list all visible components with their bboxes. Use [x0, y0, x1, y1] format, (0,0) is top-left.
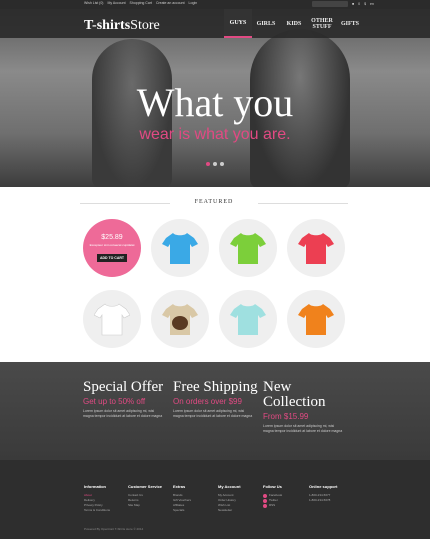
header: T-shirtsStore GUYS GIRLS KIDS OTHER STUF…: [0, 9, 430, 38]
slider-dots: [206, 162, 224, 166]
product-grid: $25.89 Excepteur sint occaecat cupidatat…: [83, 219, 347, 348]
rss-link[interactable]: RSS: [263, 503, 307, 508]
footer-heading: Extras: [173, 484, 186, 489]
footer-link[interactable]: Specials: [173, 508, 217, 513]
promo-text: Excepteur sint occaecat cupidatat: [89, 243, 135, 247]
footer-link[interactable]: Site Map: [128, 503, 172, 508]
tshirt-icon: [162, 304, 198, 335]
footer-link[interactable]: Terms & Conditions: [84, 508, 128, 513]
footer-heading: Follow Us: [263, 484, 282, 489]
banner-highlight: Get up to 50% off: [83, 397, 146, 406]
top-bar: Wish List (0) My Account Shopping Cart C…: [0, 0, 430, 9]
logo-bold: T-shirts: [84, 18, 131, 33]
search-input[interactable]: [312, 1, 348, 7]
banner-title: Free Shipping: [173, 379, 258, 395]
footer-heading: Information: [84, 484, 106, 489]
footer-extras: Extras Brands Gift Vouchers Affiliates S…: [173, 484, 217, 513]
divider: [258, 203, 348, 204]
tshirt-icon: [298, 233, 334, 264]
footer-online-support: Online support 1-800-234-5677 1-800-234-…: [309, 484, 353, 503]
footer-heading: Online support: [309, 484, 338, 489]
hero-title: What you: [136, 80, 294, 125]
cart-count: 0: [358, 2, 361, 6]
logo-light: Store: [130, 18, 160, 33]
add-to-cart-button[interactable]: ADD TO CART: [97, 254, 127, 262]
copyright: Powered By OpenCart T-Shirts store © 201…: [84, 527, 144, 531]
product-item[interactable]: [83, 290, 141, 348]
slider-dot[interactable]: [213, 162, 217, 166]
top-links: Wish List (0) My Account Shopping Cart C…: [84, 1, 197, 5]
promo-banner: Special Offer Get up to 50% off Lorem ip…: [0, 362, 430, 460]
footer: Information About Delivery Privacy Polic…: [0, 460, 430, 539]
nav-kids[interactable]: KIDS: [280, 9, 308, 38]
footer-heading: Customer Service: [128, 484, 163, 489]
special-offer-block[interactable]: Special Offer Get up to 50% off Lorem ip…: [83, 380, 169, 419]
promo-price: $25.89: [101, 234, 123, 241]
banner-desc: Lorem ipsum dolor sit amet adipiscing mi…: [263, 424, 343, 433]
tshirt-icon: [230, 304, 266, 335]
login-link[interactable]: Login: [189, 1, 198, 5]
new-collection-block[interactable]: New Collection From $15.99 Lorem ipsum d…: [263, 380, 349, 434]
currency-select[interactable]: $: [364, 2, 366, 6]
footer-customer-service: Customer Service Contact Us Returns Site…: [128, 484, 172, 508]
product-item[interactable]: [287, 219, 345, 277]
main-nav: GUYS GIRLS KIDS OTHER STUFF GIFTS: [224, 9, 364, 38]
footer-link[interactable]: Newsletter: [218, 508, 262, 513]
banner-title: New Collection: [263, 379, 326, 410]
product-item[interactable]: [219, 219, 277, 277]
free-shipping-block[interactable]: Free Shipping On orders over $99 Lorem i…: [173, 380, 259, 419]
nav-girls[interactable]: GIRLS: [252, 9, 280, 38]
hero-subtitle: wear is what you are.: [139, 126, 291, 143]
shopping-cart-link[interactable]: Shopping Cart: [130, 1, 152, 5]
banner-desc: Lorem ipsum dolor sit amet adipiscing mi…: [83, 409, 163, 418]
product-item[interactable]: [151, 219, 209, 277]
featured-title: FEATURED: [194, 199, 234, 205]
banner-highlight: On orders over $99: [173, 397, 242, 406]
footer-information: Information About Delivery Privacy Polic…: [84, 484, 128, 513]
tshirt-icon: [230, 233, 266, 264]
language-select[interactable]: en: [370, 2, 374, 6]
nav-other-stuff[interactable]: OTHER STUFF: [308, 9, 336, 38]
product-item[interactable]: [219, 290, 277, 348]
banner-title: Special Offer: [83, 379, 164, 395]
banner-desc: Lorem ipsum dolor sit amet adipiscing mi…: [173, 409, 253, 418]
footer-my-account: My Account My Account Order History Wish…: [218, 484, 262, 513]
my-account-link[interactable]: My Account: [107, 1, 125, 5]
cart-icon[interactable]: ■: [352, 1, 354, 7]
logo[interactable]: T-shirtsStore: [84, 18, 160, 34]
tshirt-icon: [94, 303, 130, 336]
twitter-icon: [263, 498, 267, 503]
create-account-link[interactable]: Create an account: [156, 1, 185, 5]
promo-product[interactable]: $25.89 Excepteur sint occaecat cupidatat…: [83, 219, 141, 277]
product-item[interactable]: [287, 290, 345, 348]
tshirt-icon: [298, 304, 334, 335]
slider-dot[interactable]: [206, 162, 210, 166]
tshirt-icon: [162, 233, 198, 264]
top-right: ■ 0 $ en: [312, 1, 374, 7]
product-item[interactable]: [151, 290, 209, 348]
wishlist-link[interactable]: Wish List (0): [84, 1, 103, 5]
facebook-icon: [263, 493, 267, 498]
slider-dot[interactable]: [220, 162, 224, 166]
rss-icon: [263, 503, 267, 508]
nav-guys[interactable]: GUYS: [224, 9, 252, 38]
footer-heading: My Account: [218, 484, 241, 489]
footer-follow-us: Follow Us Facebook Twitter RSS: [263, 484, 307, 508]
nav-gifts[interactable]: GIFTS: [336, 9, 364, 38]
support-phone: 1-800-234-5678: [309, 498, 331, 502]
featured-heading: FEATURED: [80, 199, 348, 207]
social-label: RSS: [269, 503, 276, 507]
banner-highlight: From $15.99: [263, 412, 309, 421]
